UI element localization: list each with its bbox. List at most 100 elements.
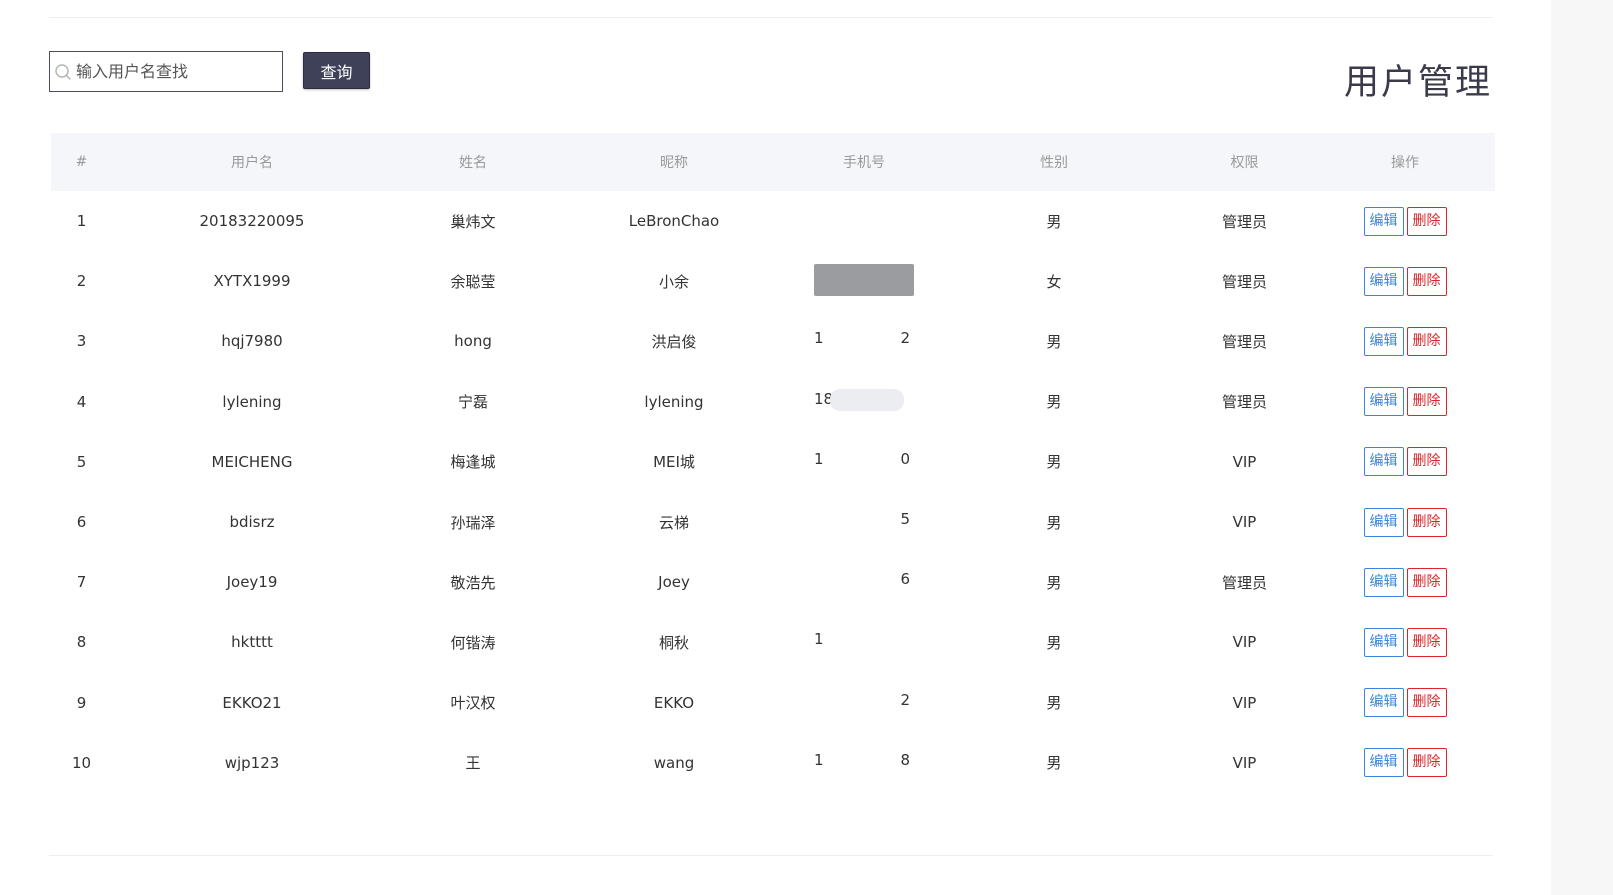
cell-username: hqj7980 xyxy=(221,332,283,351)
delete-button[interactable]: 删除 xyxy=(1406,387,1447,417)
cell-actions: 编辑 删除 xyxy=(1315,552,1495,612)
cell-name: 巢炜文 xyxy=(450,212,496,231)
col-header-nickname: 昵称 xyxy=(660,155,688,171)
cell-phone: 10 xyxy=(794,432,934,492)
edit-button[interactable]: 编辑 xyxy=(1363,748,1404,778)
cell-nickname: lylening xyxy=(644,392,704,411)
cell-name: 敬浩先 xyxy=(450,573,496,592)
cell-nickname: Joey xyxy=(658,573,690,592)
table-header-row: # 用户名 姓名 昵称 手机号 性别 权限 操作 xyxy=(51,133,1495,191)
cell-name: 叶汉权 xyxy=(450,694,496,713)
cell-username: EKKO21 xyxy=(222,693,282,712)
col-header-gender: 性别 xyxy=(1040,155,1068,171)
cell-actions: 编辑 删除 xyxy=(1315,733,1495,793)
cell-username: lylening xyxy=(222,392,282,411)
delete-button[interactable]: 删除 xyxy=(1406,507,1447,537)
cell-index: 7 xyxy=(76,573,87,592)
top-divider xyxy=(49,17,1493,18)
cell-role: 管理员 xyxy=(1221,212,1267,231)
cell-gender: 男 xyxy=(1046,393,1062,412)
cell-name: 何锴涛 xyxy=(450,633,496,652)
cell-actions: 编辑 删除 xyxy=(1315,612,1495,672)
delete-button[interactable]: 删除 xyxy=(1406,748,1447,778)
cell-nickname: 洪启俊 xyxy=(651,332,697,351)
cell-index: 3 xyxy=(76,332,87,351)
cell-index: 2 xyxy=(76,272,87,291)
cell-name: 梅逢城 xyxy=(450,453,496,472)
redacted-phone: 6 xyxy=(814,569,914,592)
delete-button[interactable]: 删除 xyxy=(1406,326,1447,356)
col-header-role: 权限 xyxy=(1230,155,1259,171)
cell-role: VIP xyxy=(1232,633,1257,652)
cell-nickname: MEI城 xyxy=(653,453,695,472)
col-header-actions: 操作 xyxy=(1391,155,1419,171)
delete-button[interactable]: 删除 xyxy=(1406,688,1447,718)
table-row: 5 MEICHENG 梅逢城 MEI城 10 男 VIP 编辑 删除 xyxy=(51,432,1495,492)
cell-role: VIP xyxy=(1232,513,1257,532)
cell-nickname: LeBronChao xyxy=(628,212,720,231)
cell-phone: 6 xyxy=(794,552,934,612)
delete-button[interactable]: 删除 xyxy=(1406,567,1447,597)
cell-index: 10 xyxy=(71,753,92,772)
cell-gender: 男 xyxy=(1046,513,1062,532)
cell-actions: 编辑 删除 xyxy=(1315,372,1495,432)
table-row: 6 bdisrz 孙瑞泽 云梯 5 男 VIP 编辑 删除 xyxy=(51,492,1495,552)
cell-role: 管理员 xyxy=(1221,573,1267,592)
edit-button[interactable]: 编辑 xyxy=(1363,206,1404,236)
redacted-phone: 18 xyxy=(814,749,914,772)
redacted-phone: 12 xyxy=(814,328,914,351)
user-table: # 用户名 姓名 昵称 手机号 性别 权限 操作 1 20183220095 巢… xyxy=(51,133,1495,793)
cell-username: 20183220095 xyxy=(199,212,305,231)
cell-name: hong xyxy=(454,332,492,351)
search-input[interactable] xyxy=(76,52,282,91)
edit-button[interactable]: 编辑 xyxy=(1363,627,1404,657)
cell-gender: 男 xyxy=(1046,694,1062,713)
delete-button[interactable]: 删除 xyxy=(1406,266,1447,296)
delete-button[interactable]: 删除 xyxy=(1406,447,1447,477)
table-row: 7 Joey19 敬浩先 Joey 6 男 管理员 编辑 删除 xyxy=(51,552,1495,612)
table-row: 1 20183220095 巢炜文 LeBronChao 男 管理员 编辑 删除 xyxy=(51,191,1495,251)
delete-button[interactable]: 删除 xyxy=(1406,627,1447,657)
cell-nickname: 云梯 xyxy=(658,513,689,532)
edit-button[interactable]: 编辑 xyxy=(1363,447,1404,477)
cell-actions: 编辑 删除 xyxy=(1315,673,1495,733)
cell-name: 余聪莹 xyxy=(450,272,496,291)
edit-button[interactable]: 编辑 xyxy=(1363,326,1404,356)
cell-actions: 编辑 删除 xyxy=(1315,432,1495,492)
cell-gender: 男 xyxy=(1046,453,1062,472)
cell-phone xyxy=(794,191,934,251)
cell-username: wjp123 xyxy=(224,753,280,772)
edit-button[interactable]: 编辑 xyxy=(1363,567,1404,597)
edit-button[interactable]: 编辑 xyxy=(1363,387,1404,417)
cell-actions: 编辑 删除 xyxy=(1315,492,1495,552)
redacted-phone: 10 xyxy=(814,448,914,471)
cell-nickname: wang xyxy=(653,753,695,772)
cell-role: VIP xyxy=(1232,693,1257,712)
cell-gender: 男 xyxy=(1046,212,1062,231)
cell-role: 管理员 xyxy=(1221,332,1267,351)
cell-gender: 男 xyxy=(1046,332,1062,351)
cell-role: 管理员 xyxy=(1221,272,1267,291)
search-box xyxy=(49,51,283,92)
edit-button[interactable]: 编辑 xyxy=(1363,688,1404,718)
delete-button[interactable]: 删除 xyxy=(1406,206,1447,236)
cell-gender: 男 xyxy=(1046,633,1062,652)
cell-phone: 5 xyxy=(794,492,934,552)
edit-button[interactable]: 编辑 xyxy=(1363,266,1404,296)
col-header-name: 姓名 xyxy=(459,155,487,171)
cell-phone: 1 xyxy=(794,612,934,672)
cell-username: XYTX1999 xyxy=(213,272,291,291)
col-header-username: 用户名 xyxy=(231,155,273,171)
table-row: 4 lylening 宁磊 lylening 18 男 管理员 编辑 删除 xyxy=(51,372,1495,432)
col-header-index: # xyxy=(75,154,88,170)
table-row: 2 XYTX1999 余聪莹 小余 女 管理员 编辑 删除 xyxy=(51,251,1495,311)
cell-role: VIP xyxy=(1232,753,1257,772)
edit-button[interactable]: 编辑 xyxy=(1363,507,1404,537)
bottom-divider xyxy=(49,855,1493,856)
right-scroll-gutter xyxy=(1551,0,1613,895)
table-row: 3 hqj7980 hong 洪启俊 12 男 管理员 编辑 删除 xyxy=(51,311,1495,371)
cell-role: 管理员 xyxy=(1221,393,1267,412)
query-button[interactable]: 查询 xyxy=(303,52,370,89)
redacted-phone xyxy=(814,208,914,231)
cell-index: 9 xyxy=(76,693,87,712)
